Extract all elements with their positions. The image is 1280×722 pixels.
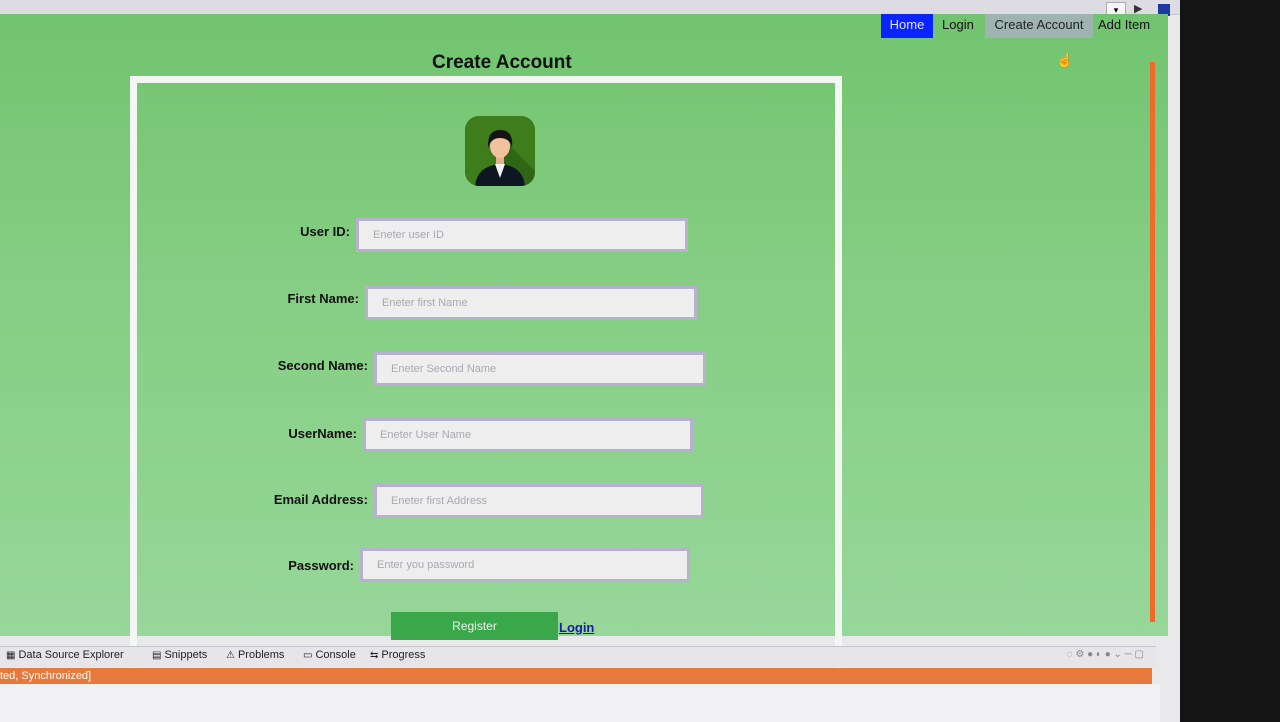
tab-data-source-explorer[interactable]: ▦ Data Source Explorer <box>6 649 124 661</box>
first-name-input[interactable] <box>365 286 697 320</box>
user-id-label: User ID: <box>300 224 350 239</box>
username-label: UserName: <box>288 426 357 441</box>
nav-login[interactable]: Login <box>936 14 980 38</box>
user-avatar-icon <box>465 116 535 186</box>
email-input[interactable] <box>374 484 704 518</box>
tab-snippets[interactable]: ▤ Snippets <box>152 649 207 661</box>
tab-label: Snippets <box>164 649 208 661</box>
page-title: Create Account <box>432 52 572 73</box>
username-input[interactable] <box>363 418 693 452</box>
tab-console[interactable]: ▭ Console <box>303 649 356 661</box>
view-controls[interactable]: ◌ ⚙ ● ◐ ● ⌄ ─ ▢ <box>1067 649 1144 660</box>
web-page: Home Login Create Account Add Item ☝ Cre… <box>0 14 1168 676</box>
tab-label: Progress <box>381 649 426 661</box>
login-link[interactable]: Login <box>559 620 594 635</box>
tab-label: Data Source Explorer <box>18 649 124 661</box>
tab-label: Problems <box>237 649 285 661</box>
scrollbar[interactable] <box>1150 62 1155 622</box>
second-name-label: Second Name: <box>277 358 368 373</box>
bottom-area <box>0 684 1160 722</box>
tab-label: Console <box>315 649 356 661</box>
nav-create-account[interactable]: Create Account <box>985 14 1093 38</box>
tab-problems[interactable]: ⚠ Problems <box>226 649 284 661</box>
status-text: ted, Synchronized] <box>0 670 92 682</box>
monitor-bezel <box>1180 0 1280 722</box>
user-id-input[interactable] <box>356 218 688 252</box>
nav-add-item[interactable]: Add Item <box>1092 14 1156 38</box>
ide-views-bar: ▦ Data Source Explorer ▤ Snippets ⚠ Problem… <box>0 646 1156 667</box>
database-icon: ▦ <box>6 650 16 661</box>
second-name-input[interactable] <box>374 352 706 386</box>
console-icon: ▭ <box>303 650 313 661</box>
email-label: Email Address: <box>273 492 368 507</box>
first-name-label: First Name: <box>287 291 359 306</box>
password-label: Password: <box>288 558 354 573</box>
browser-toolbar: ▾ ▶ <box>0 0 1180 18</box>
register-button[interactable]: Register <box>391 612 558 640</box>
status-bar: ted, Synchronized] <box>0 668 1152 684</box>
snippets-icon: ▤ <box>152 650 162 661</box>
progress-icon: ⇆ <box>370 650 379 661</box>
nav-home[interactable]: Home <box>881 14 933 38</box>
ide-window: ▾ ▶ Home Login Create Account Add Item ☝… <box>0 0 1180 722</box>
tab-progress[interactable]: ⇆ Progress <box>370 649 425 661</box>
password-input[interactable] <box>360 548 690 582</box>
hand-cursor-icon: ☝ <box>1056 52 1074 68</box>
problems-icon: ⚠ <box>226 650 235 661</box>
